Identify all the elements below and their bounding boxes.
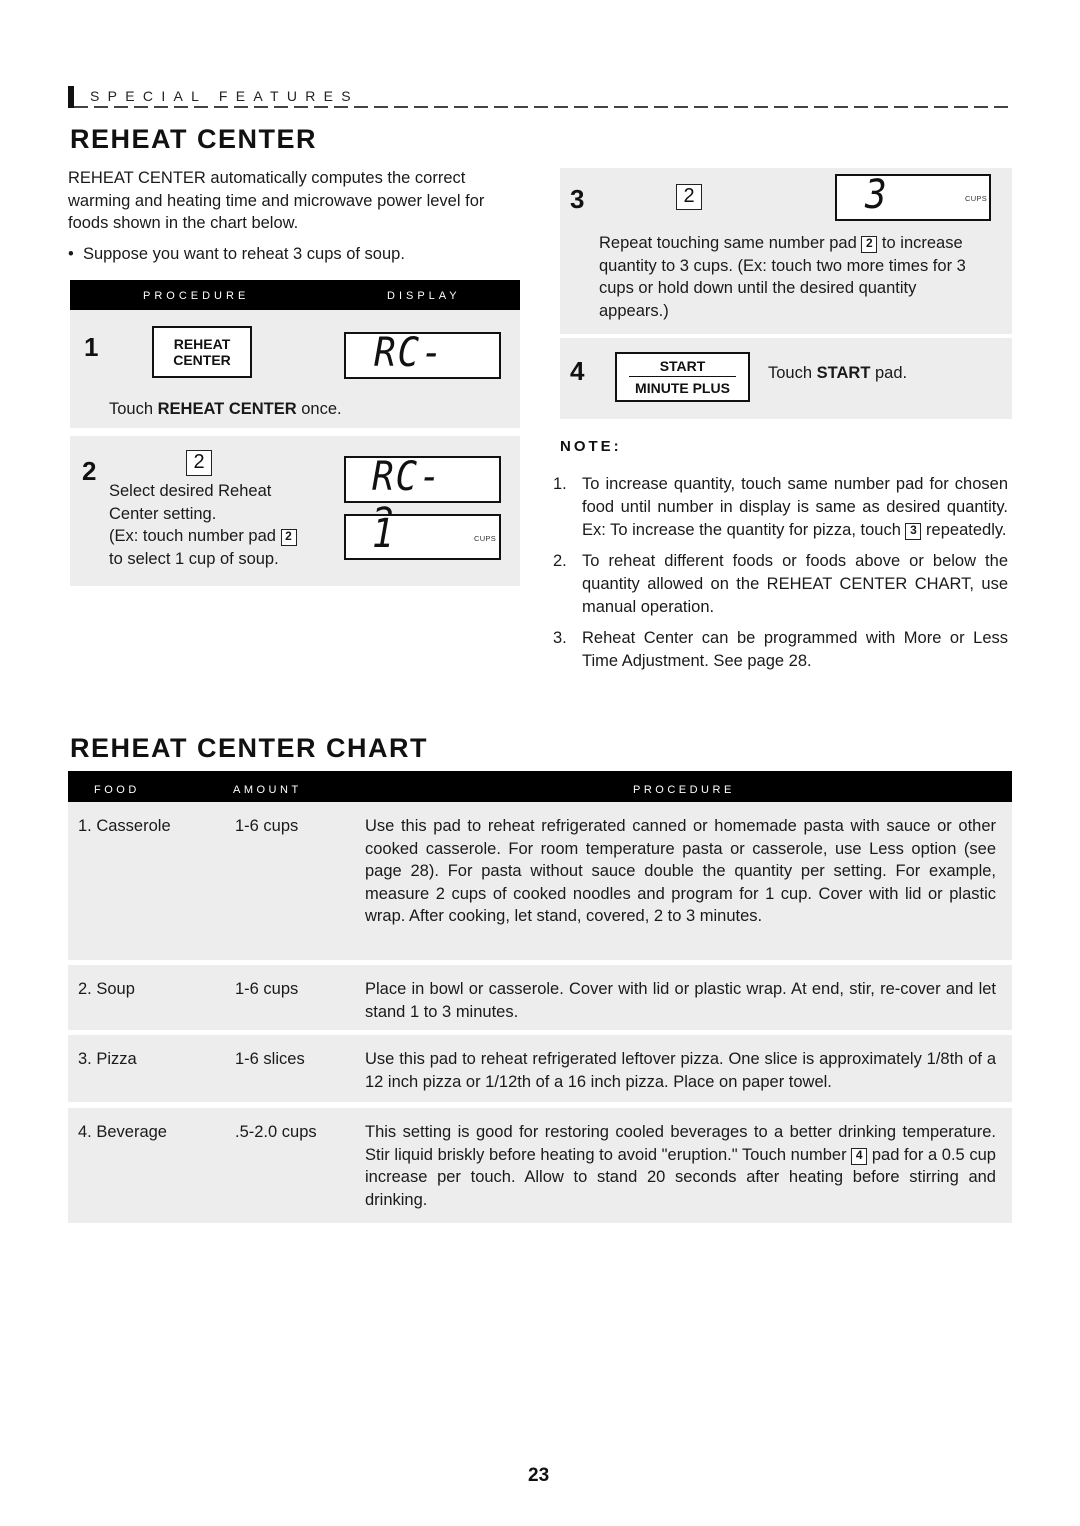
- text: (Ex: touch number pad: [109, 527, 281, 545]
- step-1-text: Touch REHEAT CENTER once.: [109, 398, 342, 421]
- procedure-cell: Use this pad to reheat refrigerated left…: [365, 1050, 996, 1091]
- step-2-panel: 2 2 Select desired Reheat Center setting…: [70, 436, 520, 586]
- amount-cell: 1-6 cups: [235, 817, 299, 835]
- note-heading: NOTE:: [560, 438, 622, 455]
- step-number: 4: [570, 356, 585, 386]
- food-cell: 2. Soup: [78, 980, 135, 998]
- header-food: FOOD: [94, 784, 140, 796]
- table-row: 3. Pizza 1-6 slices Use this pad to rehe…: [68, 1035, 1012, 1102]
- note-number: 2.: [553, 552, 567, 570]
- note-text: Reheat Center can be programmed with Mor…: [582, 629, 1008, 670]
- note-number: 1.: [553, 475, 567, 493]
- step-number: 2: [82, 456, 97, 486]
- step-4-text: Touch START pad.: [768, 362, 907, 385]
- note-item: 2. To reheat different foods or foods ab…: [553, 550, 1008, 619]
- display-readout: 3: [865, 172, 889, 218]
- pad-label-line: REHEAT: [173, 336, 231, 352]
- text: Repeat touching same number pad: [599, 234, 862, 252]
- section-marker: [68, 86, 74, 108]
- section-header: SPECIAL FEATURES: [68, 86, 1012, 108]
- display-unit: CUPS: [965, 194, 988, 203]
- start-minute-plus-pad[interactable]: START MINUTE PLUS: [615, 352, 750, 402]
- step-2-text: Select desired Reheat Center setting. (E…: [109, 480, 329, 570]
- chart-table-header: FOOD AMOUNT PROCEDURE: [68, 771, 1012, 802]
- text-line: (Ex: touch number pad 2: [109, 525, 329, 548]
- pad-label-top: START: [629, 358, 736, 377]
- amount-cell: 1-6 cups: [235, 980, 299, 998]
- table-row: 2. Soup 1-6 cups Place in bowl or casser…: [68, 965, 1012, 1030]
- dashed-rule: [74, 106, 1012, 108]
- page-title: REHEAT CENTER: [70, 124, 318, 154]
- text-bold: REHEAT CENTER: [157, 400, 297, 418]
- section-label: SPECIAL FEATURES: [90, 88, 359, 104]
- display-unit: CUPS: [474, 534, 497, 543]
- chart-title: REHEAT CENTER CHART: [70, 733, 428, 763]
- procedure-cell: Use this pad to reheat refrigerated cann…: [365, 817, 996, 926]
- note-list: 1. To increase quantity, touch same numb…: [553, 473, 1008, 681]
- table-row: 4. Beverage .5-2.0 cups This setting is …: [68, 1108, 1012, 1223]
- step-4-panel: 4 START MINUTE PLUS Touch START pad.: [560, 338, 1012, 419]
- procedure-table-header: PROCEDURE DISPLAY: [70, 280, 520, 310]
- intro-paragraph: REHEAT CENTER automatically computes the…: [68, 169, 485, 232]
- bullet-icon: •: [68, 245, 83, 263]
- reheat-center-pad[interactable]: REHEAT CENTER: [152, 326, 252, 378]
- display-window-top: RC- 2: [344, 454, 501, 546]
- step-number: 1: [84, 332, 99, 362]
- note-item: 1. To increase quantity, touch same numb…: [553, 473, 1008, 542]
- step-3-panel: 3 2 3 CUPS Repeat touching same number p…: [560, 168, 1012, 334]
- pad-label-bottom: MINUTE PLUS: [635, 380, 730, 396]
- table-row: 1. Casserole 1-6 cups Use this pad to re…: [68, 802, 1012, 960]
- intro-bullet: • Suppose you want to reheat 3 cups of s…: [68, 243, 523, 266]
- text-line: Select desired Reheat: [109, 482, 272, 500]
- note-number: 3.: [553, 629, 567, 647]
- page-number: 23: [528, 1465, 550, 1486]
- food-cell: 3. Pizza: [78, 1050, 137, 1068]
- number-pad-2[interactable]: 2: [186, 450, 212, 476]
- amount-cell: .5-2.0 cups: [235, 1123, 317, 1141]
- text: Touch: [109, 400, 158, 418]
- header-amount: AMOUNT: [233, 784, 302, 796]
- display-window: 3 CUPS: [835, 172, 991, 221]
- text-line: Center setting.: [109, 504, 217, 523]
- display-readout: RC-: [374, 330, 445, 376]
- step-number: 3: [570, 184, 585, 214]
- inline-number-pad: 2: [861, 236, 878, 253]
- procedure-cell: This setting is good for restoring coole…: [365, 1121, 996, 1211]
- note-item: 3. Reheat Center can be programmed with …: [553, 627, 1008, 673]
- text: once.: [296, 400, 342, 418]
- amount-cell: 1-6 slices: [235, 1050, 305, 1068]
- note-text: To increase quantity, touch same number …: [582, 473, 1008, 542]
- step-1-panel: 1 REHEAT CENTER RC- Touch REHEAT CENTER …: [70, 310, 520, 428]
- note-text: To reheat different foods or foods above…: [582, 552, 1008, 616]
- inline-number-pad: 4: [851, 1147, 868, 1165]
- text: pad.: [870, 364, 908, 382]
- display-readout: 1: [372, 511, 396, 557]
- inline-number-pad: 3: [905, 523, 922, 540]
- text-bold: START: [816, 364, 871, 382]
- bullet-text: Suppose you want to reheat 3 cups of sou…: [82, 245, 405, 263]
- food-cell: 4. Beverage: [78, 1123, 167, 1141]
- number-pad-2[interactable]: 2: [676, 184, 702, 210]
- display-window-bottom: 1 CUPS: [344, 511, 501, 560]
- display-window: RC-: [344, 330, 501, 379]
- header-procedure: PROCEDURE: [143, 290, 250, 302]
- step-3-text: Repeat touching same number pad 2 to inc…: [599, 232, 979, 322]
- procedure-cell: Place in bowl or casserole. Cover with l…: [365, 980, 996, 1021]
- header-display: DISPLAY: [387, 290, 461, 302]
- inline-number-pad: 2: [280, 529, 297, 546]
- text-line: to select 1 cup of soup.: [109, 549, 279, 568]
- pad-label-line: CENTER: [173, 352, 231, 368]
- header-procedure: PROCEDURE: [633, 784, 735, 796]
- text: Touch: [768, 364, 817, 382]
- food-cell: 1. Casserole: [78, 817, 171, 835]
- text: repeatedly.: [921, 521, 1007, 539]
